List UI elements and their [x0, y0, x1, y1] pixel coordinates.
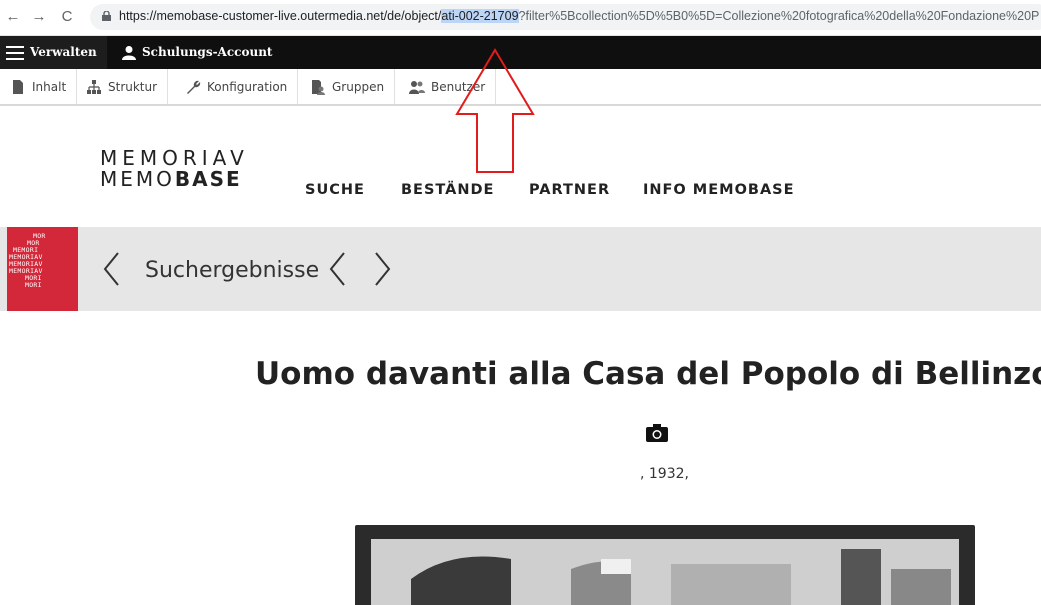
tray-item-struktur[interactable]: Struktur: [76, 69, 169, 104]
logo-line2: MEMOBASE: [100, 168, 249, 190]
page: ← → C https://memobase-customer-live.out…: [0, 0, 1041, 605]
page-title: Uomo davanti alla Casa del Popolo di Bel…: [255, 356, 1041, 392]
nav-partner[interactable]: PARTNER: [529, 182, 610, 198]
user-icon: [122, 46, 136, 60]
url-text[interactable]: https://memobase-customer-live.outermedi…: [119, 9, 1039, 23]
menu-icon: [6, 45, 24, 60]
search-results-link[interactable]: Suchergebnisse: [145, 258, 319, 283]
tray-label: Inhalt: [32, 79, 67, 94]
tray-label: Struktur: [108, 79, 158, 94]
date-line: , 1932,: [640, 466, 689, 482]
url-suffix: ?filter%5Bcollection%5D%5B0%5D=Collezion…: [518, 9, 1040, 23]
reload-icon[interactable]: C: [58, 8, 76, 26]
forward-icon[interactable]: →: [30, 8, 48, 26]
browser-toolbar: ← → C https://memobase-customer-live.out…: [0, 0, 1041, 36]
logo-base: BASE: [174, 167, 242, 191]
address-bar[interactable]: https://memobase-customer-live.outermedi…: [90, 4, 1041, 30]
lock-icon: [102, 11, 111, 21]
nav-info-memobase[interactable]: INFO MEMOBASE: [643, 182, 795, 198]
logo-line1: MEMORIAV: [100, 146, 249, 170]
previous-result-icon[interactable]: [100, 249, 122, 289]
manage-label: Verwalten: [30, 45, 97, 59]
manage-button[interactable]: Verwalten: [0, 36, 107, 69]
annotation-arrow-icon: [455, 48, 535, 173]
users-icon: [409, 80, 425, 94]
photo-content: [371, 539, 959, 605]
nav-suche[interactable]: SUCHE: [305, 182, 365, 198]
document-photo[interactable]: [355, 525, 975, 605]
file-icon: [13, 79, 23, 94]
memoriav-badge: MOR MOR MEMORI MEMORIAV MEMORIAV MEMORIA…: [7, 227, 78, 311]
photo-image: [371, 539, 959, 605]
tray-item-konfiguration[interactable]: Konfiguration: [175, 69, 299, 104]
tray-item-gruppen[interactable]: Gruppen: [300, 69, 396, 104]
tray-label: Gruppen: [332, 79, 385, 94]
sitemap-icon: [87, 79, 101, 94]
previous-icon[interactable]: [326, 249, 348, 289]
group-icon: [312, 79, 325, 95]
account-label: Schulungs-Account: [142, 45, 273, 59]
wrench-icon: [187, 80, 201, 94]
account-button[interactable]: Schulungs-Account: [112, 36, 272, 69]
nav-bestaende[interactable]: BESTÄNDE: [401, 182, 494, 198]
back-icon[interactable]: ←: [4, 8, 22, 26]
tray-item-inhalt[interactable]: Inhalt: [0, 69, 78, 104]
badge-text: MORI: [25, 281, 42, 289]
logo-memo: MEMO: [100, 167, 175, 191]
url-selected: ati-002-21709: [441, 9, 519, 23]
tray-label: Konfiguration: [207, 79, 288, 94]
camera-icon: [646, 424, 668, 442]
memobase-logo[interactable]: MEMORIAV MEMOBASE: [100, 148, 249, 190]
url-prefix: https://memobase-customer-live.outermedi…: [119, 9, 442, 23]
next-icon[interactable]: [372, 249, 394, 289]
